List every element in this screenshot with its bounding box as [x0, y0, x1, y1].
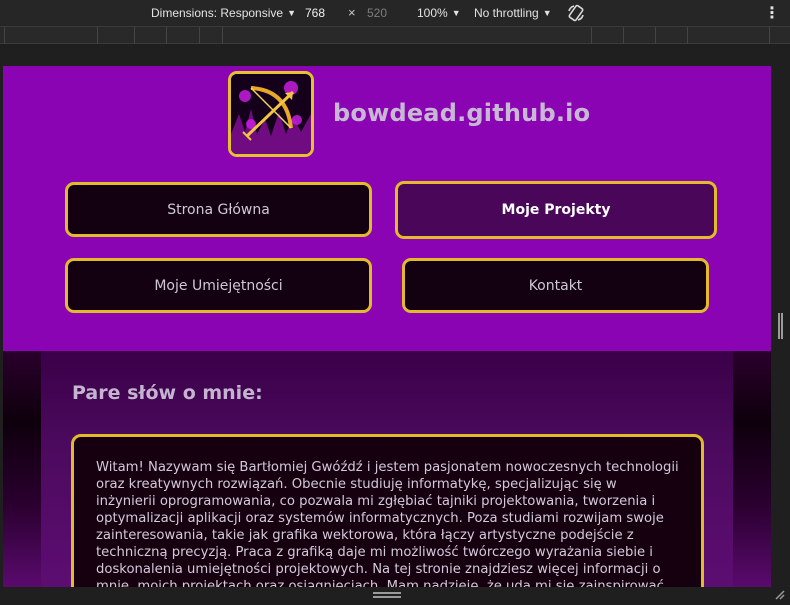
about-card: Witam! Nazywam się Bartłomiej Gwóźdź i j… [71, 434, 704, 587]
caret-down-icon: ▼ [287, 8, 296, 18]
nav-button-skills[interactable]: Moje Umiejętności [65, 258, 372, 313]
height-input[interactable]: 520 [367, 6, 387, 20]
ruler-tick [623, 27, 624, 44]
ruler-tick [97, 27, 98, 44]
resize-corner-icon[interactable] [773, 587, 785, 600]
caret-down-icon: ▼ [542, 8, 552, 18]
zoom-label: 100% [417, 6, 448, 20]
emulated-viewport: bowdead.github.io Strona Główna Moje Pro… [3, 66, 771, 587]
dimensions-dropdown[interactable]: Dimensions: Responsive ▼ [151, 6, 296, 20]
ruler-tick [166, 27, 167, 44]
dimensions-label: Dimensions: Responsive [151, 6, 284, 20]
more-vert-icon[interactable]: ⋮ [764, 3, 780, 23]
devtools-toolbar: Dimensions: Responsive ▼ 768 × 520 100% ▼ … [0, 0, 790, 26]
rotate-icon[interactable] [566, 3, 586, 23]
nav-button-home[interactable]: Strona Główna [65, 182, 372, 237]
dimension-separator: × [348, 5, 356, 20]
zoom-dropdown[interactable]: 100% ▼ [417, 6, 461, 20]
throttling-label: No throttling [474, 6, 539, 20]
bow-arrow-logo-icon[interactable] [228, 71, 314, 157]
nav-button-contact[interactable]: Kontakt [402, 258, 709, 313]
site-header: bowdead.github.io Strona Główna Moje Pro… [3, 66, 771, 351]
resize-handle-right[interactable] [778, 313, 783, 339]
nav-button-projects[interactable]: Moje Projekty [395, 181, 717, 239]
caret-down-icon: ▼ [451, 8, 461, 18]
ruler-tick [199, 27, 200, 44]
resize-handle-bottom[interactable] [373, 592, 401, 598]
site-title: bowdead.github.io [333, 99, 591, 127]
ruler-tick [4, 27, 5, 44]
ruler-tick [687, 27, 688, 44]
about-text: Witam! Nazywam się Bartłomiej Gwóźdź i j… [96, 460, 679, 587]
ruler-tick [134, 27, 135, 44]
ruler-tick [655, 27, 656, 44]
devtools-gap [0, 44, 790, 66]
ruler-tick [769, 27, 770, 44]
media-query-ruler [0, 26, 790, 44]
width-input[interactable]: 768 [305, 6, 325, 20]
about-heading: Pare słów o mnie: [72, 382, 263, 404]
ruler-tick [222, 27, 223, 44]
ruler-tick [591, 27, 592, 44]
throttling-dropdown[interactable]: No throttling ▼ [474, 6, 552, 20]
